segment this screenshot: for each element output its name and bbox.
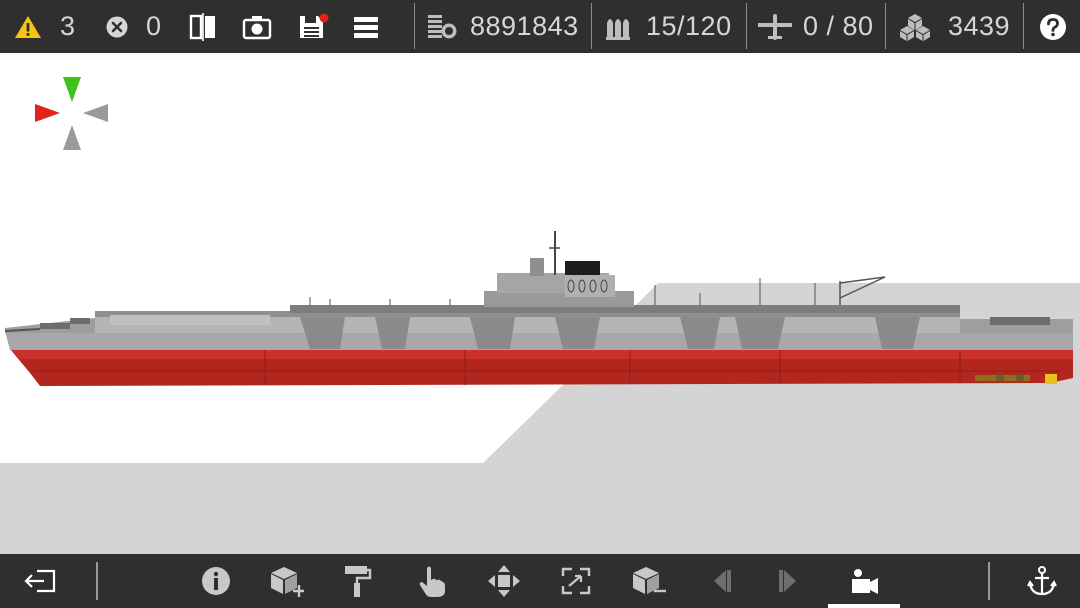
remove-part-button[interactable] [624, 554, 672, 608]
anchor-icon [1027, 565, 1057, 597]
previous-icon [707, 567, 733, 595]
toolbar-divider [414, 3, 415, 49]
weight-indicator: 3439 [898, 0, 1010, 53]
help-button[interactable] [1039, 0, 1067, 53]
toolbar-divider [591, 3, 592, 49]
resize-button[interactable] [552, 554, 600, 608]
hand-pointer-icon [417, 564, 447, 598]
info-button[interactable] [192, 554, 240, 608]
error-x-icon [106, 16, 128, 38]
bottom-toolbar [0, 554, 1080, 608]
toolbar-divider [1023, 3, 1024, 49]
warnings-count: 3 [60, 11, 76, 41]
previous-button[interactable] [696, 554, 744, 608]
active-tool-indicator [828, 604, 900, 608]
mirror-button[interactable] [188, 0, 218, 53]
paint-roller-icon [342, 564, 372, 598]
help-icon [1039, 13, 1067, 41]
resize-icon [560, 566, 592, 596]
save-icon [297, 13, 329, 41]
save-button[interactable] [297, 0, 329, 53]
toolbar-divider [96, 562, 98, 600]
funnel-cap [565, 261, 600, 275]
ammo-icon [604, 12, 634, 42]
weight-icon [898, 12, 932, 42]
cost-indicator: 8891843 [426, 0, 579, 53]
mirror-view-icon [188, 12, 218, 41]
exit-icon [23, 567, 57, 595]
top-toolbar: 3 0 8891843 15/120 0 / 80 3439 [0, 0, 1080, 53]
aircraft-value: 0 / 80 [803, 11, 874, 41]
paint-button[interactable] [333, 554, 381, 608]
errors-count: 0 [146, 11, 162, 41]
weight-value: 3439 [948, 11, 1011, 41]
aircraft-icon [757, 12, 793, 42]
info-icon [201, 566, 231, 596]
exit-button[interactable] [16, 554, 64, 608]
cost-value: 8891843 [470, 11, 579, 41]
next-button[interactable] [766, 554, 814, 608]
ship-scene [0, 53, 1080, 554]
add-part-button[interactable] [262, 554, 310, 608]
move-arrows-icon [487, 564, 521, 598]
next-icon [777, 567, 803, 595]
move-button[interactable] [480, 554, 528, 608]
toolbar-divider [885, 3, 886, 49]
cost-icon [426, 12, 458, 42]
warnings-indicator[interactable]: 3 [14, 0, 76, 53]
remove-part-icon [630, 565, 666, 597]
anchor-button[interactable] [1018, 554, 1066, 608]
camera-icon [242, 14, 272, 40]
select-button[interactable] [408, 554, 456, 608]
errors-indicator[interactable]: 0 [106, 0, 162, 53]
aircraft-indicator: 0 / 80 [757, 0, 874, 53]
toolbar-divider [988, 562, 990, 600]
camera-view-icon [848, 567, 880, 595]
ship-viewport[interactable] [0, 53, 1080, 554]
camera-view-button[interactable] [840, 554, 888, 608]
warning-triangle-icon [14, 15, 42, 39]
ammo-indicator: 15/120 [604, 0, 732, 53]
add-part-icon [268, 565, 304, 597]
screenshot-button[interactable] [242, 0, 272, 53]
toolbar-divider [746, 3, 747, 49]
menu-button[interactable] [352, 0, 380, 53]
menu-icon [352, 15, 380, 39]
ammo-value: 15/120 [646, 11, 732, 41]
